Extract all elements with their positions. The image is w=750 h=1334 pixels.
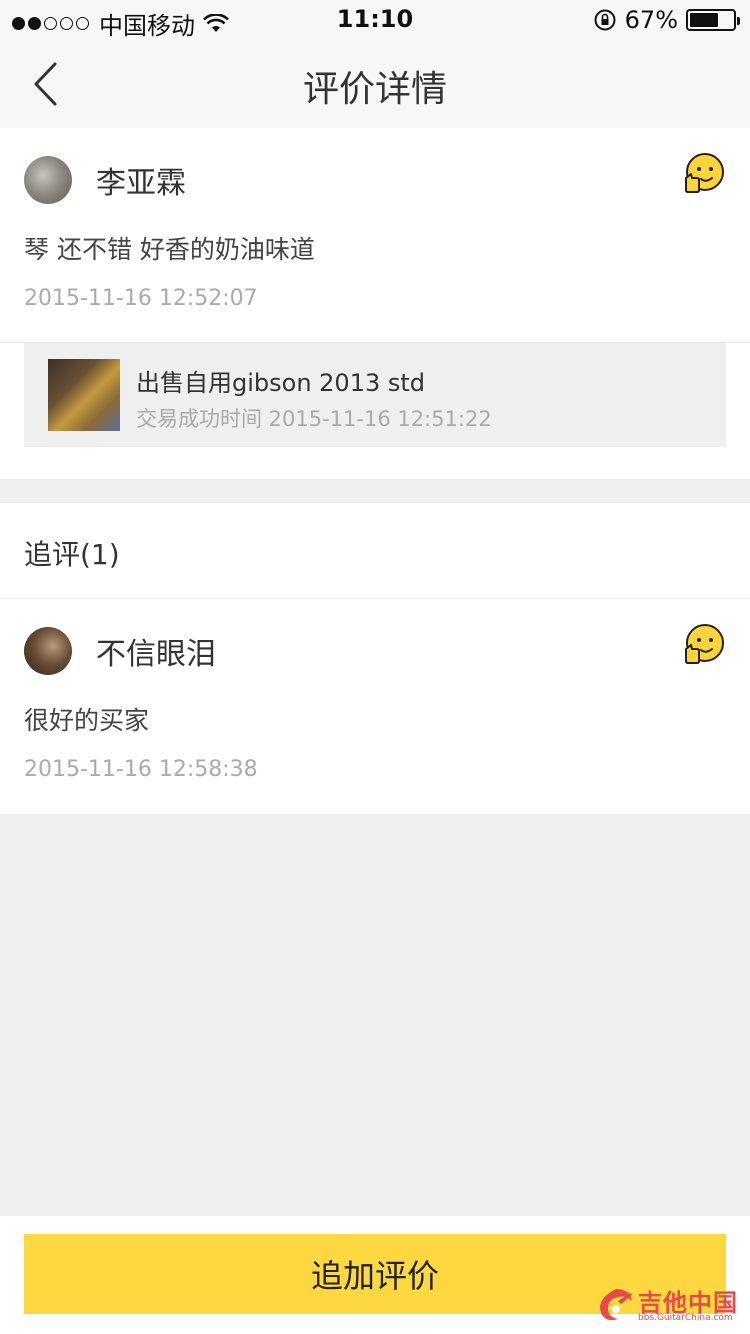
product-title: 出售自用gibson 2013 std [136, 369, 426, 397]
review-text: 琴 还不错 好香的奶油味道 [24, 235, 315, 264]
thumbs-up-emoji-icon [685, 624, 724, 664]
product-thumbnail [48, 359, 120, 431]
followup-section-header: 追评(1) [0, 503, 750, 598]
page-title: 评价详情 [302, 69, 447, 110]
watermark: 吉他中国 bbs.GuitarChina.com [596, 1283, 746, 1327]
rotation-lock-icon [594, 9, 616, 31]
followup-time: 2015-11-16 12:58:38 [24, 757, 258, 782]
product-card[interactable]: 出售自用gibson 2013 std 交易成功时间 2015-11-16 12… [24, 343, 726, 447]
review-card: 李亚霖 琴 还不错 好香的奶油味道 2015-11-16 12:52:07 出售… [0, 128, 750, 479]
review-time: 2015-11-16 12:52:07 [24, 286, 258, 311]
followup-item: 不信眼泪 很好的买家 2015-11-16 12:58:38 [0, 599, 750, 814]
thumbs-up-emoji-icon [685, 153, 724, 193]
battery-icon [686, 9, 740, 31]
status-right: 67% [593, 6, 740, 34]
watermark-subtext: bbs.GuitarChina.com [638, 1313, 733, 1323]
status-bar: 中国移动 11:10 67% [0, 0, 750, 40]
navigation-bar: 评价详情 [0, 40, 750, 128]
reviewer-name[interactable]: 李亚霖 [96, 158, 186, 202]
avatar[interactable] [24, 156, 72, 204]
battery-percent: 67% [624, 6, 678, 34]
product-trade-time: 交易成功时间 2015-11-16 12:51:22 [136, 407, 492, 431]
avatar[interactable] [24, 627, 72, 675]
followup-text: 很好的买家 [24, 706, 150, 735]
followup-reviewer-name[interactable]: 不信眼泪 [96, 629, 216, 673]
guitar-logo-icon [600, 1289, 632, 1321]
followup-count-label: 追评(1) [24, 538, 120, 571]
